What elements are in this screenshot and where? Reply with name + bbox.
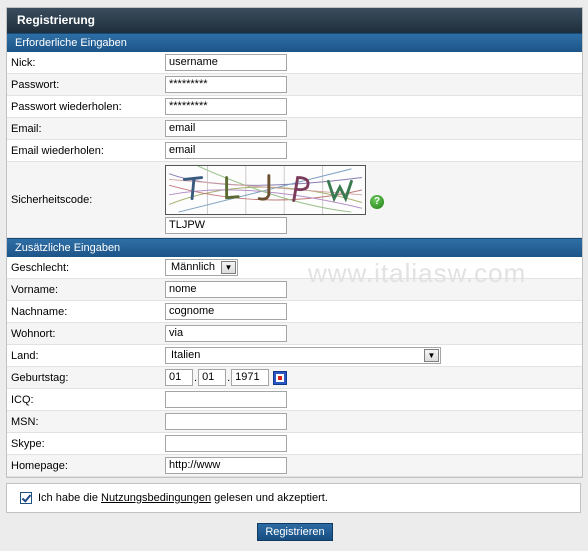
password-label: Passwort: <box>11 78 60 91</box>
row-msn: MSN: <box>7 411 582 433</box>
section-optional-header: Zusätzliche Eingaben <box>7 238 582 257</box>
firstname-input[interactable]: nome <box>165 281 287 298</box>
icq-input[interactable] <box>165 391 287 408</box>
agreement-box: Ich habe die Nutzungsbedingungen gelesen… <box>6 483 581 513</box>
chevron-down-icon[interactable]: ▼ <box>424 349 439 362</box>
row-password: Passwort: ********* <box>7 74 582 96</box>
gender-select[interactable]: Männlich ▼ <box>165 259 238 276</box>
homepage-input[interactable]: http://www <box>165 457 287 474</box>
row-skype: Skype: <box>7 433 582 455</box>
page-title: Registrierung <box>7 8 582 33</box>
gender-label: Geschlecht: <box>11 261 70 274</box>
row-birthday: Geburtstag: 01 . 01 . 1971 <box>7 367 582 389</box>
gender-value: Männlich <box>171 261 216 273</box>
question-icon[interactable]: ? <box>370 195 384 209</box>
email-repeat-input[interactable]: email <box>165 142 287 159</box>
nick-label: Nick: <box>11 56 36 69</box>
section-required-header: Erforderliche Eingaben <box>7 33 582 52</box>
row-email-repeat: Email wiederholen: email <box>7 140 582 162</box>
row-icq: ICQ: <box>7 389 582 411</box>
email-input[interactable]: email <box>165 120 287 137</box>
row-gender: Geschlecht: Männlich ▼ <box>7 257 582 279</box>
homepage-label: Homepage: <box>11 459 68 472</box>
email-repeat-label: Email wiederholen: <box>11 144 104 157</box>
nick-input[interactable]: username <box>165 54 287 71</box>
row-captcha: Sicherheitscode: ? TLJPW <box>7 162 582 238</box>
firstname-label: Vorname: <box>11 283 59 296</box>
birthday-year-input[interactable]: 1971 <box>231 369 270 386</box>
lastname-input[interactable]: cognome <box>165 303 287 320</box>
calendar-icon[interactable] <box>273 370 288 385</box>
terms-link[interactable]: Nutzungsbedingungen <box>101 492 211 504</box>
agreement-text: Ich habe die Nutzungsbedingungen gelesen… <box>38 492 328 504</box>
captcha-input[interactable]: TLJPW <box>165 217 287 234</box>
city-label: Wohnort: <box>11 327 56 340</box>
captcha-image <box>165 165 366 215</box>
msn-label: MSN: <box>11 415 39 428</box>
country-value: Italien <box>171 349 201 361</box>
row-homepage: Homepage: http://www <box>7 455 582 477</box>
email-label: Email: <box>11 122 42 135</box>
country-select[interactable]: Italien ▼ <box>165 347 441 364</box>
registration-panel: Registrierung Erforderliche Eingaben Nic… <box>6 7 583 478</box>
birthday-month-input[interactable]: 01 <box>198 369 227 386</box>
lastname-label: Nachname: <box>11 305 68 318</box>
birthday-day-input[interactable]: 01 <box>165 369 193 386</box>
skype-label: Skype: <box>11 437 45 450</box>
birthday-label: Geburtstag: <box>11 371 69 384</box>
city-input[interactable]: via <box>165 325 287 342</box>
agree-checkbox[interactable] <box>20 492 32 504</box>
skype-input[interactable] <box>165 435 287 452</box>
country-label: Land: <box>11 349 39 362</box>
row-nick: Nick: username <box>7 52 582 74</box>
password-input[interactable]: ********* <box>165 76 287 93</box>
row-firstname: Vorname: nome <box>7 279 582 301</box>
msn-input[interactable] <box>165 413 287 430</box>
password-repeat-input[interactable]: ********* <box>165 98 287 115</box>
register-button[interactable]: Registrieren <box>257 523 333 541</box>
row-country: Land: Italien ▼ <box>7 345 582 367</box>
password-repeat-label: Passwort wiederholen: <box>11 100 122 113</box>
captcha-label: Sicherheitscode: <box>11 193 93 206</box>
row-city: Wohnort: via <box>7 323 582 345</box>
chevron-down-icon[interactable]: ▼ <box>221 261 236 274</box>
row-lastname: Nachname: cognome <box>7 301 582 323</box>
row-email: Email: email <box>7 118 582 140</box>
row-password-repeat: Passwort wiederholen: ********* <box>7 96 582 118</box>
icq-label: ICQ: <box>11 393 34 406</box>
